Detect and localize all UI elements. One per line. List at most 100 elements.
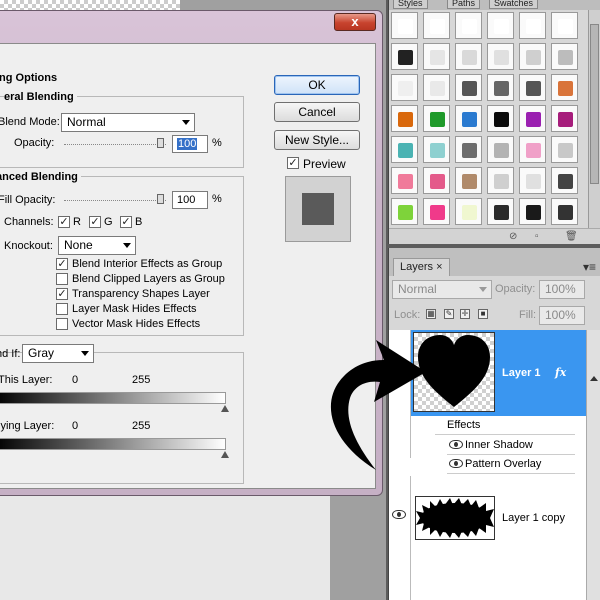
style-swatch[interactable] [423, 136, 450, 163]
tab-paths[interactable]: Paths [447, 0, 481, 9]
layer-fill-input[interactable]: 100% [539, 306, 585, 325]
lock-transparent-icon[interactable]: ▦ [426, 309, 436, 319]
eye-icon[interactable] [392, 510, 406, 519]
style-swatch[interactable] [455, 136, 482, 163]
option-checkbox-blend-clipped[interactable] [56, 273, 68, 285]
general-blending-group [0, 96, 244, 168]
scroll-up-icon[interactable] [590, 376, 598, 381]
style-swatch[interactable] [391, 74, 418, 101]
dialog-titlebar[interactable]: x [0, 11, 382, 41]
option-checkbox-vector-mask[interactable] [56, 318, 68, 330]
option-checkbox-transparency-shapes[interactable]: ✓ [56, 288, 68, 300]
style-swatch[interactable] [391, 167, 418, 194]
channel-b-checkbox[interactable]: ✓ [120, 216, 132, 228]
ok-button[interactable]: OK [274, 75, 360, 95]
style-swatch[interactable] [519, 74, 546, 101]
style-swatch-preview [398, 112, 413, 127]
effects-row[interactable]: Effects [435, 416, 575, 435]
style-swatch[interactable] [455, 105, 482, 132]
channel-r-checkbox[interactable]: ✓ [58, 216, 70, 228]
cancel-button[interactable]: Cancel [274, 102, 360, 122]
style-swatch[interactable] [423, 12, 450, 39]
eye-icon[interactable] [449, 459, 463, 468]
style-swatch[interactable] [519, 167, 546, 194]
style-swatch[interactable] [455, 12, 482, 39]
blend-if-select[interactable]: Gray [22, 344, 94, 363]
style-swatch[interactable] [487, 136, 514, 163]
clear-style-icon[interactable]: ⊘ [509, 232, 519, 242]
option-checkbox-layer-mask[interactable] [56, 303, 68, 315]
style-swatch[interactable] [487, 105, 514, 132]
layer-opacity-input[interactable]: 100% [539, 280, 585, 299]
styles-scroll-thumb[interactable] [590, 24, 599, 184]
underlying-layer-white-slider[interactable] [221, 451, 229, 458]
fill-opacity-slider-thumb[interactable] [157, 194, 164, 204]
styles-scrollbar[interactable] [588, 10, 600, 228]
style-swatch[interactable] [519, 136, 546, 163]
tab-layers[interactable]: Layers × [393, 258, 450, 276]
style-swatch[interactable] [551, 74, 578, 101]
style-swatch[interactable] [519, 12, 546, 39]
opacity-input[interactable]: 100 [172, 135, 208, 153]
fill-opacity-input[interactable]: 100 [172, 191, 208, 209]
layer-visibility-column[interactable] [389, 476, 411, 600]
close-icon[interactable]: × [436, 261, 442, 273]
style-swatch[interactable] [455, 43, 482, 70]
style-swatch[interactable] [487, 43, 514, 70]
effect-row-pattern-overlay[interactable]: Pattern Overlay [447, 455, 575, 474]
style-swatch[interactable] [487, 167, 514, 194]
style-swatch[interactable] [423, 167, 450, 194]
style-swatch[interactable] [391, 43, 418, 70]
style-swatch[interactable] [487, 74, 514, 101]
layers-scrollbar[interactable] [586, 330, 600, 600]
style-swatch[interactable] [551, 12, 578, 39]
style-swatch[interactable] [487, 12, 514, 39]
effect-name: Inner Shadow [465, 439, 533, 451]
lock-all-icon[interactable]: ■ [478, 309, 488, 319]
style-swatch[interactable] [487, 198, 514, 225]
preview-checkbox[interactable]: ✓ [287, 157, 299, 169]
style-swatch[interactable] [423, 198, 450, 225]
close-button[interactable]: x [334, 13, 376, 31]
this-layer-white-slider[interactable] [221, 405, 229, 412]
effect-row-inner-shadow[interactable]: Inner Shadow [447, 436, 575, 455]
style-swatch[interactable] [519, 105, 546, 132]
layer-name[interactable]: Layer 1 [502, 367, 541, 379]
style-swatch[interactable] [551, 167, 578, 194]
style-swatch[interactable] [519, 43, 546, 70]
style-swatch[interactable] [455, 167, 482, 194]
style-swatch[interactable] [551, 43, 578, 70]
opacity-slider-thumb[interactable] [157, 138, 164, 148]
tab-styles[interactable]: Styles [393, 0, 428, 9]
style-swatch[interactable] [423, 43, 450, 70]
blend-mode-select[interactable]: Normal [61, 113, 195, 132]
option-checkbox-blend-interior[interactable]: ✓ [56, 258, 68, 270]
style-swatch[interactable] [519, 198, 546, 225]
style-swatch[interactable] [455, 198, 482, 225]
style-swatch[interactable] [391, 12, 418, 39]
knockout-select[interactable]: None [58, 236, 136, 255]
style-swatch[interactable] [551, 136, 578, 163]
lock-image-icon[interactable]: ✎ [444, 309, 454, 319]
style-swatch[interactable] [423, 105, 450, 132]
eye-icon[interactable] [449, 440, 463, 449]
lock-position-icon[interactable]: ✛ [460, 309, 470, 319]
style-swatch[interactable] [391, 136, 418, 163]
panel-menu-icon[interactable]: ▾≡ [583, 260, 596, 274]
style-swatch[interactable] [551, 198, 578, 225]
opacity-slider-track[interactable] [64, 144, 166, 145]
channel-g-checkbox[interactable]: ✓ [89, 216, 101, 228]
tab-swatches[interactable]: Swatches [489, 0, 539, 9]
fx-icon[interactable]: fx [555, 366, 566, 379]
style-swatch[interactable] [391, 198, 418, 225]
style-swatch[interactable] [423, 74, 450, 101]
layer-blend-mode-select[interactable]: Normal [392, 280, 492, 299]
style-swatch[interactable] [551, 105, 578, 132]
fill-opacity-slider-track[interactable] [64, 200, 166, 201]
new-style-button[interactable]: New Style... [274, 130, 360, 150]
style-swatch[interactable] [455, 74, 482, 101]
layer-name[interactable]: Layer 1 copy [502, 512, 565, 524]
new-style-icon[interactable]: ▫ [535, 232, 545, 242]
style-swatch[interactable] [391, 105, 418, 132]
trash-icon[interactable]: 🗑 [565, 232, 578, 242]
